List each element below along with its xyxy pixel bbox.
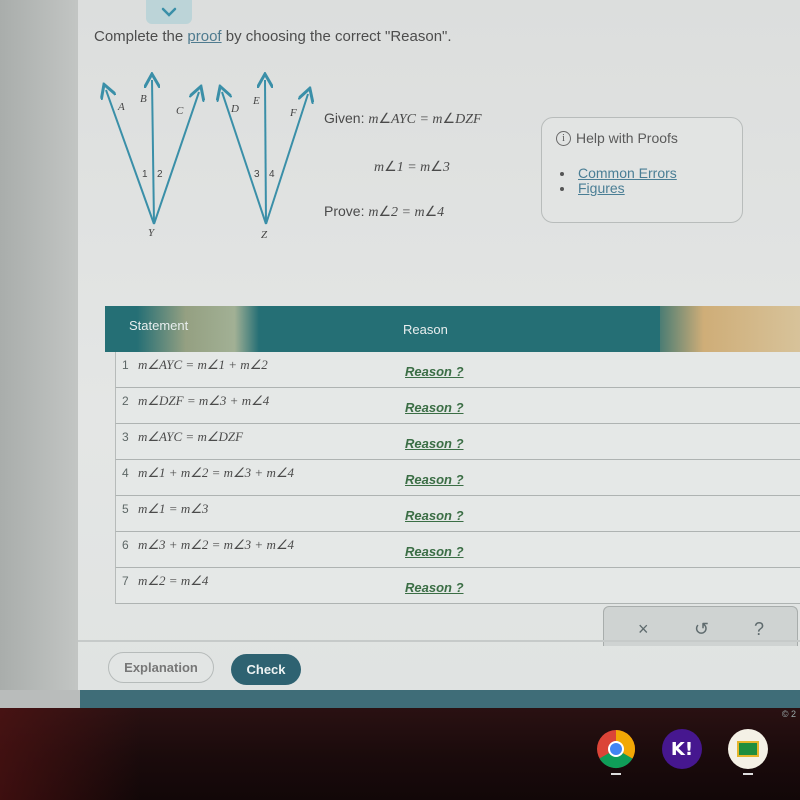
table-row: 7 m∠2 = m∠4 Reason ? bbox=[115, 568, 800, 604]
angle-ayc: A B C Y 1 2 bbox=[106, 80, 199, 239]
vertex-label-z: Z bbox=[261, 229, 268, 241]
common-errors-link[interactable]: Common Errors bbox=[578, 165, 677, 181]
angle-label-1: 1 bbox=[142, 169, 148, 180]
row-number: 5 bbox=[122, 502, 129, 516]
row-statement: m∠AYC = m∠1 + m∠2 bbox=[138, 357, 268, 372]
help-links: Common Errors Figures bbox=[560, 165, 677, 196]
info-icon: i bbox=[556, 130, 571, 146]
ray-ya bbox=[106, 90, 155, 225]
proof-table-header: Statement Reason bbox=[105, 306, 800, 352]
chevron-down-icon bbox=[161, 7, 177, 17]
row-number: 3 bbox=[122, 430, 129, 444]
angle-label-2: 2 bbox=[157, 169, 163, 180]
row-number: 2 bbox=[122, 394, 129, 408]
point-label-d: D bbox=[230, 103, 239, 115]
proof-table-body: 1 m∠AYC = m∠1 + m∠2 Reason ? 2 m∠DZF = m… bbox=[115, 352, 800, 604]
reason-select[interactable]: Reason ? bbox=[405, 580, 464, 595]
point-label-c: C bbox=[176, 105, 184, 117]
kahoot-icon: K! bbox=[670, 738, 694, 760]
reason-select[interactable]: Reason ? bbox=[405, 508, 464, 523]
point-label-e: E bbox=[252, 95, 260, 107]
help-link-item: Common Errors bbox=[560, 165, 677, 181]
point-label-a: A bbox=[117, 101, 125, 113]
check-button[interactable]: Check bbox=[231, 654, 301, 685]
row-statement: m∠3 + m∠2 = m∠3 + m∠4 bbox=[138, 537, 294, 552]
header-statement: Statement bbox=[129, 318, 189, 333]
proof-link[interactable]: proof bbox=[187, 28, 221, 45]
help-link-item: Figures bbox=[560, 180, 677, 196]
clear-icon[interactable]: × bbox=[638, 619, 649, 640]
row-number: 7 bbox=[122, 574, 129, 588]
point-label-f: F bbox=[289, 107, 297, 119]
help-title[interactable]: i Help with Proofs bbox=[556, 130, 678, 146]
instruction-text: Complete the proof by choosing the corre… bbox=[94, 28, 452, 45]
help-icon[interactable]: ? bbox=[754, 619, 764, 640]
collapse-toggle[interactable] bbox=[146, 0, 192, 24]
instruction-suffix: by choosing the correct "Reason". bbox=[221, 28, 452, 45]
given-line-1: Given: m∠AYC = m∠DZF bbox=[324, 110, 482, 127]
page-footer-bar bbox=[80, 690, 800, 708]
chrome-running-indicator bbox=[611, 773, 621, 775]
table-row: 4 m∠1 + m∠2 = m∠3 + m∠4 Reason ? bbox=[115, 460, 800, 496]
vertex-label-y: Y bbox=[148, 227, 156, 239]
angle-label-4: 4 bbox=[269, 169, 275, 180]
row-statement: m∠2 = m∠4 bbox=[138, 573, 209, 588]
kahoot-app-icon[interactable]: K! bbox=[662, 729, 702, 769]
reason-select[interactable]: Reason ? bbox=[405, 400, 464, 415]
ray-ze bbox=[265, 80, 266, 225]
reason-select[interactable]: Reason ? bbox=[405, 364, 464, 379]
angle-figure: A B C Y 1 2 D E F Z 3 4 bbox=[96, 72, 326, 241]
explanation-button[interactable]: Explanation bbox=[108, 652, 214, 683]
assignment-page: Complete the proof by choosing the corre… bbox=[78, 0, 800, 690]
angle-label-3: 3 bbox=[254, 169, 260, 180]
table-row: 1 m∠AYC = m∠1 + m∠2 Reason ? bbox=[115, 352, 800, 388]
footer-divider bbox=[78, 640, 800, 642]
instruction-prefix: Complete the bbox=[94, 28, 188, 45]
reason-select[interactable]: Reason ? bbox=[405, 436, 464, 451]
table-row: 6 m∠3 + m∠2 = m∠3 + m∠4 Reason ? bbox=[115, 532, 800, 568]
reason-select[interactable]: Reason ? bbox=[405, 472, 464, 487]
table-row: 2 m∠DZF = m∠3 + m∠4 Reason ? bbox=[115, 388, 800, 424]
help-title-text: Help with Proofs bbox=[576, 130, 678, 146]
point-label-b: B bbox=[140, 93, 147, 105]
row-number: 6 bbox=[122, 538, 129, 552]
classroom-icon bbox=[737, 741, 759, 757]
prove-line: Prove: m∠2 = m∠4 bbox=[324, 203, 445, 220]
chrome-app-icon[interactable] bbox=[596, 729, 636, 769]
prove-label: Prove: bbox=[324, 203, 365, 219]
google-classroom-app-icon[interactable] bbox=[728, 729, 768, 769]
row-statement: m∠DZF = m∠3 + m∠4 bbox=[138, 393, 270, 408]
ray-yb bbox=[152, 80, 154, 225]
header-reason: Reason bbox=[403, 322, 448, 337]
copyright-text: © 2 bbox=[781, 709, 796, 719]
screen-left-edge bbox=[0, 0, 80, 690]
classroom-running-indicator bbox=[743, 773, 753, 775]
help-with-proofs-panel: i Help with Proofs Common Errors Figures bbox=[541, 117, 743, 223]
chrome-icon bbox=[597, 730, 636, 769]
figures-link[interactable]: Figures bbox=[578, 180, 625, 196]
row-statement: m∠AYC = m∠DZF bbox=[138, 429, 244, 444]
undo-icon[interactable]: ↺ bbox=[694, 619, 709, 640]
ray-zf bbox=[265, 94, 308, 225]
given-line-2: m∠1 = m∠3 bbox=[374, 160, 450, 175]
table-row: 3 m∠AYC = m∠DZF Reason ? bbox=[115, 424, 800, 460]
row-statement: m∠1 = m∠3 bbox=[138, 501, 209, 516]
ray-zd bbox=[222, 92, 267, 225]
reason-select[interactable]: Reason ? bbox=[405, 544, 464, 559]
row-number: 4 bbox=[122, 466, 129, 480]
given-label: Given: bbox=[324, 110, 365, 126]
table-row: 5 m∠1 = m∠3 Reason ? bbox=[115, 496, 800, 532]
screen-reflection bbox=[0, 708, 140, 800]
angle-dzf: D E F Z 3 4 bbox=[222, 80, 308, 241]
row-statement: m∠1 + m∠2 = m∠3 + m∠4 bbox=[138, 465, 294, 480]
screen-glare bbox=[660, 306, 800, 352]
row-number: 1 bbox=[122, 358, 129, 372]
